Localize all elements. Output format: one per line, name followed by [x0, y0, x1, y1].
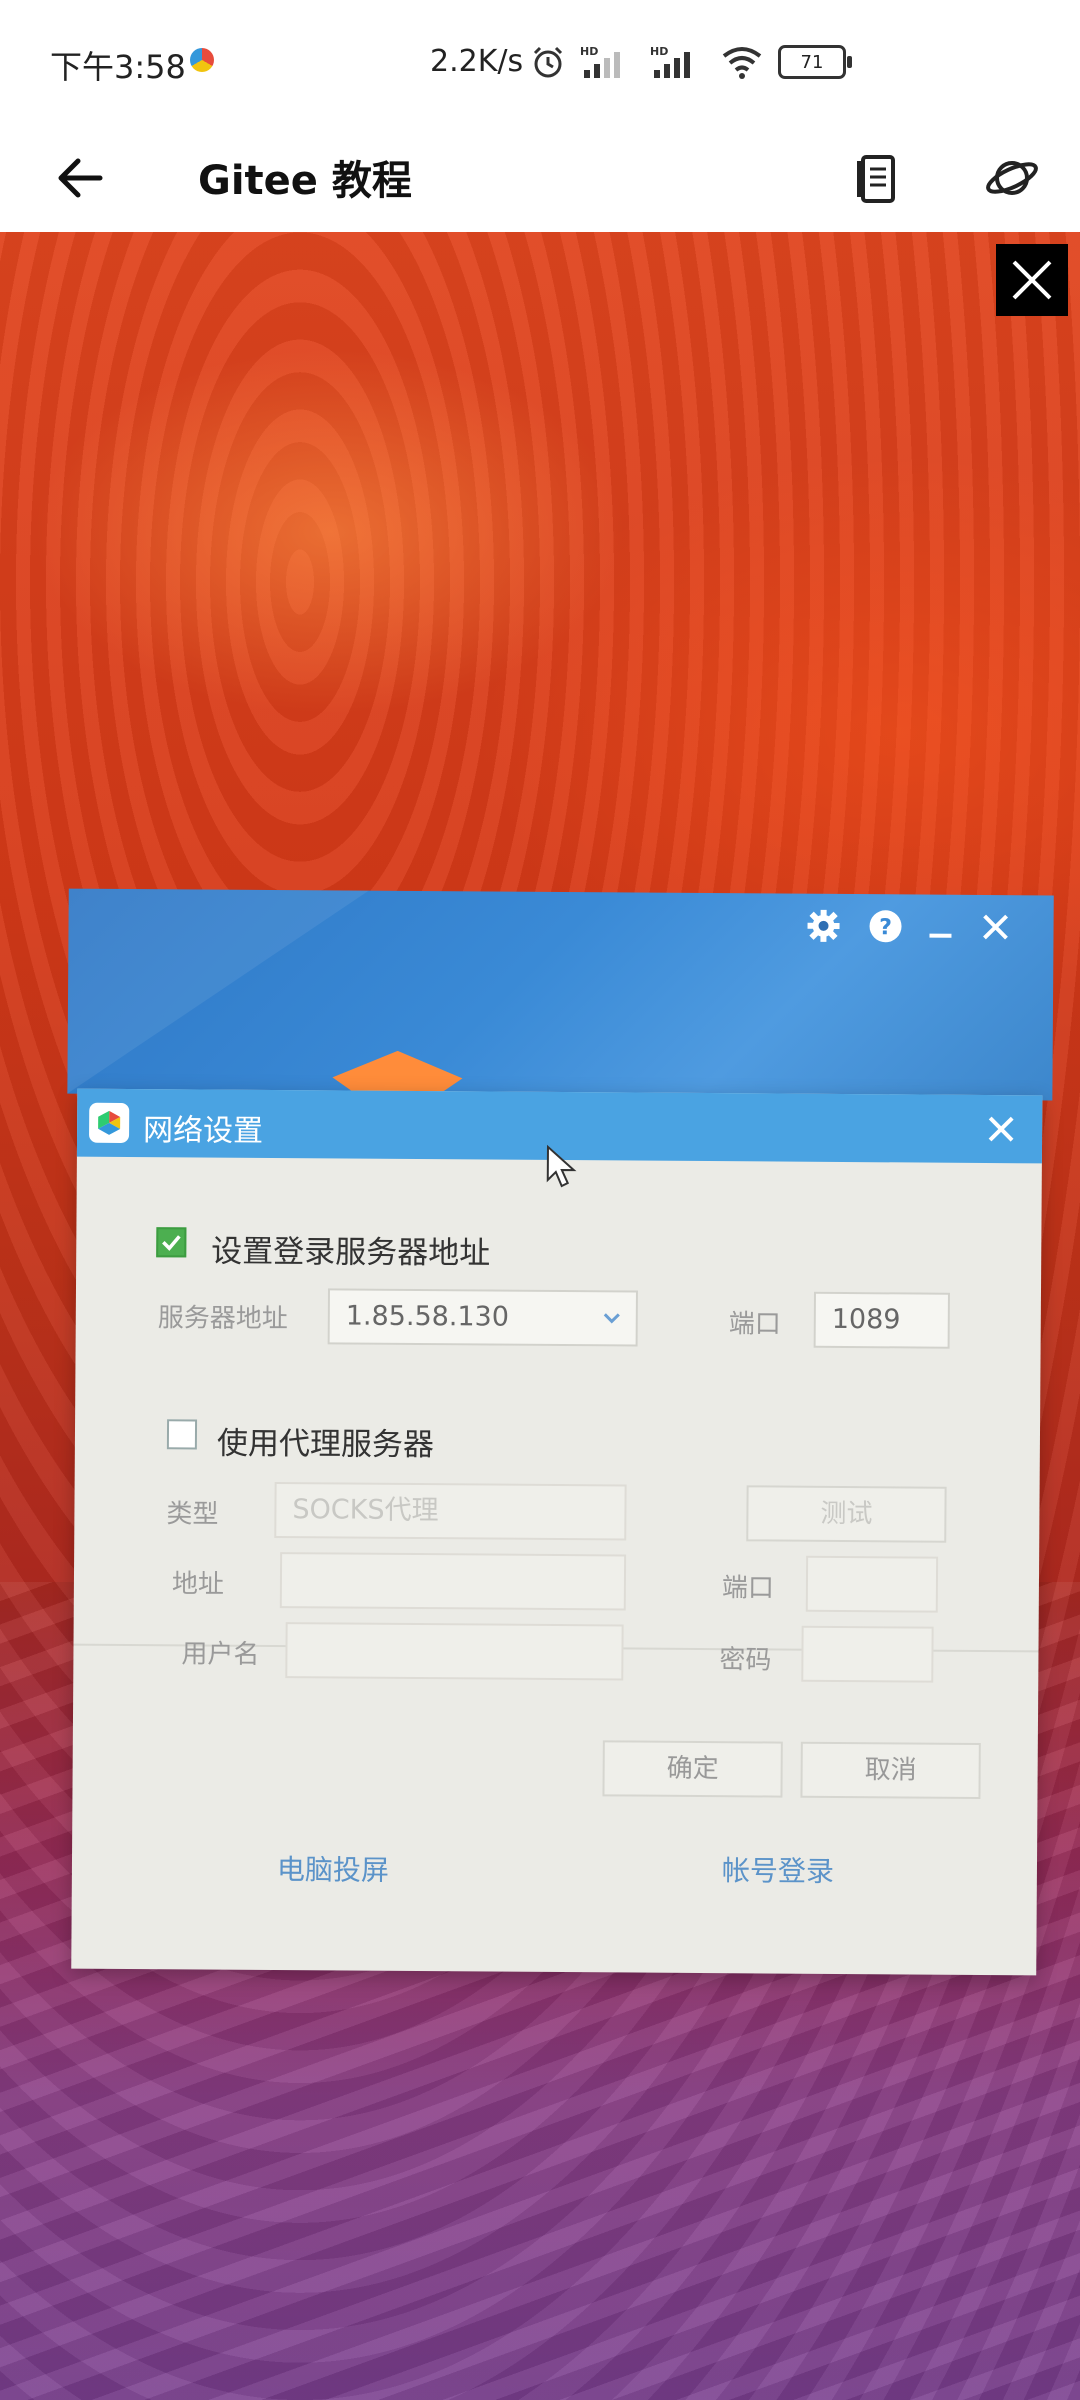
- check-icon: [162, 1235, 181, 1251]
- window-header: ?: [67, 888, 1054, 1101]
- password-label: 密码: [719, 1645, 772, 1676]
- password-input[interactable]: [801, 1625, 934, 1683]
- username-input[interactable]: [285, 1622, 624, 1681]
- minimize-button[interactable]: [918, 905, 962, 949]
- minimize-icon: [929, 933, 952, 938]
- test-button[interactable]: 测试: [746, 1485, 947, 1543]
- proxy-type-select[interactable]: SOCKS代理: [274, 1482, 627, 1541]
- account-login-link[interactable]: 帐号登录: [722, 1849, 834, 1890]
- signal-hd-icon: HD: [580, 45, 620, 78]
- close-photo-button[interactable]: [996, 244, 1068, 316]
- status-bar: 下午3:58 2.2K/s HD HD 71: [0, 0, 1080, 120]
- username-label: 用户名: [181, 1639, 260, 1670]
- proxy-port-input[interactable]: [805, 1555, 939, 1613]
- dialog-close-button[interactable]: [977, 1105, 1025, 1153]
- software-window: ? 网络设置 设置登录服务器地址 服务器地址 1.85.58.130 端口 10…: [61, 888, 1054, 1976]
- help-icon: ?: [869, 910, 902, 943]
- cancel-button-label: 取消: [864, 1755, 917, 1786]
- document-icon: [857, 155, 895, 203]
- network-speed: 2.2K/s: [430, 44, 524, 79]
- port-input[interactable]: 1089: [813, 1291, 950, 1349]
- close-icon: [983, 914, 1009, 940]
- proxy-checkbox-label: 使用代理服务器: [216, 1425, 435, 1464]
- alarm-icon: [533, 46, 563, 78]
- settings-button[interactable]: [801, 904, 845, 948]
- address-label: 地址: [171, 1569, 225, 1600]
- ok-button-label: 确定: [666, 1753, 719, 1785]
- app-bar: Gitee 教程: [0, 120, 1080, 232]
- svg-text:HD: HD: [580, 45, 598, 58]
- close-icon: [1012, 260, 1052, 300]
- port-value: 1089: [831, 1303, 901, 1336]
- server-address-value: 1.85.58.130: [345, 1300, 510, 1333]
- port-label: 端口: [728, 1309, 781, 1340]
- dialog-title: 网络设置: [142, 1113, 264, 1149]
- signal-hd-icon-2: HD: [650, 45, 690, 78]
- server-address-select[interactable]: 1.85.58.130: [327, 1288, 638, 1347]
- cancel-button[interactable]: 取消: [800, 1741, 981, 1799]
- chevron-down-icon: [603, 1313, 620, 1324]
- status-icons: HD HD 71: [530, 40, 852, 84]
- screen-cast-link[interactable]: 电脑投屏: [277, 1848, 389, 1889]
- chrome-icon: [190, 48, 214, 72]
- proxy-port-label: 端口: [721, 1573, 775, 1604]
- photo-viewer: ? 网络设置 设置登录服务器地址 服务器地址 1.85.58.130 端口 10…: [0, 232, 1080, 2400]
- back-button[interactable]: [44, 142, 116, 214]
- mouse-cursor-icon: [546, 1144, 577, 1188]
- svg-text:?: ?: [879, 915, 892, 940]
- test-button-label: 测试: [820, 1498, 873, 1530]
- status-time: 下午3:58: [50, 48, 186, 86]
- proxy-address-input[interactable]: [279, 1552, 627, 1611]
- ok-button[interactable]: 确定: [602, 1740, 783, 1798]
- planet-icon: [986, 161, 1038, 195]
- window-close-button[interactable]: [973, 905, 1017, 949]
- type-label: 类型: [166, 1499, 219, 1530]
- battery-icon: 71: [778, 45, 852, 79]
- server-checkbox-label: 设置登录服务器地址: [211, 1233, 491, 1272]
- server-address-checkbox[interactable]: [156, 1227, 187, 1258]
- close-icon: [988, 1116, 1014, 1142]
- battery-level: 71: [800, 51, 824, 73]
- proxy-checkbox[interactable]: [166, 1419, 198, 1450]
- arrow-left-icon: [58, 158, 103, 198]
- server-address-label: 服务器地址: [157, 1303, 288, 1335]
- app-logo-icon: [89, 1102, 130, 1144]
- svg-text:HD: HD: [650, 45, 668, 58]
- wifi-icon: [722, 47, 762, 79]
- gear-icon: [807, 909, 840, 942]
- help-button[interactable]: ?: [863, 904, 907, 948]
- proxy-type-value: SOCKS代理: [292, 1494, 439, 1527]
- planet-button[interactable]: [976, 142, 1048, 214]
- network-settings-dialog: 网络设置 设置登录服务器地址 服务器地址 1.85.58.130 端口 1089…: [71, 1088, 1043, 1976]
- document-button[interactable]: [842, 142, 914, 214]
- page-title: Gitee 教程: [198, 158, 412, 204]
